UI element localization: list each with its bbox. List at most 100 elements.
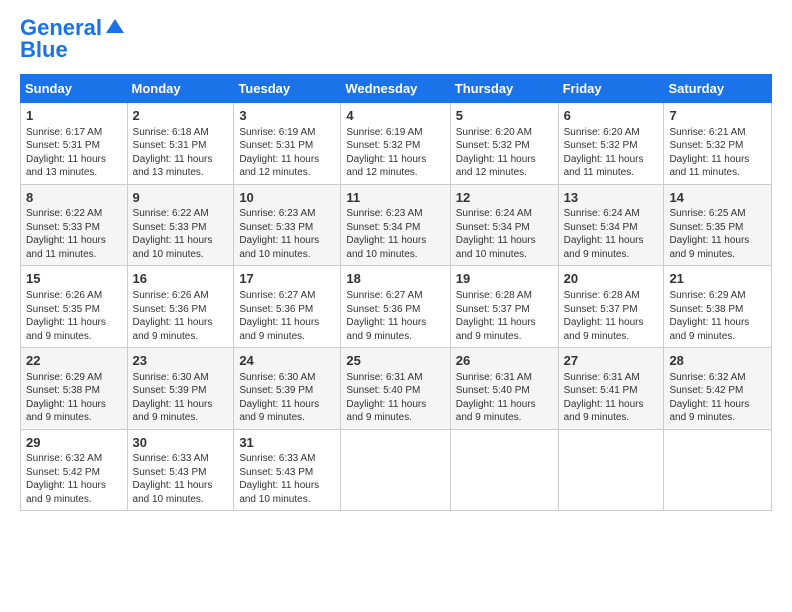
header-sunday: Sunday [21, 75, 128, 103]
day-number: 7 [669, 107, 766, 125]
day-number: 10 [239, 189, 335, 207]
day-number: 25 [346, 352, 444, 370]
day-number: 27 [564, 352, 659, 370]
header-friday: Friday [558, 75, 664, 103]
calendar-cell: 13Sunrise: 6:24 AM Sunset: 5:34 PM Dayli… [558, 184, 664, 266]
calendar-cell [664, 429, 772, 511]
day-number: 23 [133, 352, 229, 370]
week-row-1: 1Sunrise: 6:17 AM Sunset: 5:31 PM Daylig… [21, 103, 772, 185]
day-info: Sunrise: 6:27 AM Sunset: 5:36 PM Dayligh… [239, 289, 335, 343]
day-info: Sunrise: 6:33 AM Sunset: 5:43 PM Dayligh… [133, 452, 229, 506]
calendar-cell: 19Sunrise: 6:28 AM Sunset: 5:37 PM Dayli… [450, 266, 558, 348]
day-info: Sunrise: 6:29 AM Sunset: 5:38 PM Dayligh… [669, 289, 766, 343]
logo-text-blue: Blue [20, 38, 68, 62]
calendar-cell: 22Sunrise: 6:29 AM Sunset: 5:38 PM Dayli… [21, 348, 128, 430]
day-info: Sunrise: 6:20 AM Sunset: 5:32 PM Dayligh… [564, 126, 659, 180]
day-number: 16 [133, 270, 229, 288]
day-info: Sunrise: 6:30 AM Sunset: 5:39 PM Dayligh… [133, 371, 229, 425]
day-number: 31 [239, 434, 335, 452]
day-info: Sunrise: 6:20 AM Sunset: 5:32 PM Dayligh… [456, 126, 553, 180]
day-number: 29 [26, 434, 122, 452]
day-number: 30 [133, 434, 229, 452]
day-number: 20 [564, 270, 659, 288]
day-info: Sunrise: 6:22 AM Sunset: 5:33 PM Dayligh… [26, 207, 122, 261]
day-number: 19 [456, 270, 553, 288]
day-number: 28 [669, 352, 766, 370]
day-info: Sunrise: 6:26 AM Sunset: 5:36 PM Dayligh… [133, 289, 229, 343]
calendar-cell: 1Sunrise: 6:17 AM Sunset: 5:31 PM Daylig… [21, 103, 128, 185]
week-row-3: 15Sunrise: 6:26 AM Sunset: 5:35 PM Dayli… [21, 266, 772, 348]
calendar-cell: 14Sunrise: 6:25 AM Sunset: 5:35 PM Dayli… [664, 184, 772, 266]
week-row-2: 8Sunrise: 6:22 AM Sunset: 5:33 PM Daylig… [21, 184, 772, 266]
header-thursday: Thursday [450, 75, 558, 103]
calendar-cell: 17Sunrise: 6:27 AM Sunset: 5:36 PM Dayli… [234, 266, 341, 348]
calendar-cell: 4Sunrise: 6:19 AM Sunset: 5:32 PM Daylig… [341, 103, 450, 185]
day-info: Sunrise: 6:19 AM Sunset: 5:31 PM Dayligh… [239, 126, 335, 180]
header: General Blue [20, 16, 772, 62]
day-info: Sunrise: 6:27 AM Sunset: 5:36 PM Dayligh… [346, 289, 444, 343]
day-number: 18 [346, 270, 444, 288]
logo: General Blue [20, 16, 126, 62]
day-info: Sunrise: 6:25 AM Sunset: 5:35 PM Dayligh… [669, 207, 766, 261]
day-info: Sunrise: 6:31 AM Sunset: 5:40 PM Dayligh… [456, 371, 553, 425]
calendar-cell: 6Sunrise: 6:20 AM Sunset: 5:32 PM Daylig… [558, 103, 664, 185]
calendar-cell: 8Sunrise: 6:22 AM Sunset: 5:33 PM Daylig… [21, 184, 128, 266]
day-number: 5 [456, 107, 553, 125]
calendar-cell: 20Sunrise: 6:28 AM Sunset: 5:37 PM Dayli… [558, 266, 664, 348]
calendar-cell: 24Sunrise: 6:30 AM Sunset: 5:39 PM Dayli… [234, 348, 341, 430]
calendar-cell: 15Sunrise: 6:26 AM Sunset: 5:35 PM Dayli… [21, 266, 128, 348]
day-number: 14 [669, 189, 766, 207]
day-info: Sunrise: 6:31 AM Sunset: 5:40 PM Dayligh… [346, 371, 444, 425]
day-info: Sunrise: 6:29 AM Sunset: 5:38 PM Dayligh… [26, 371, 122, 425]
day-number: 26 [456, 352, 553, 370]
day-number: 15 [26, 270, 122, 288]
calendar-table: SundayMondayTuesdayWednesdayThursdayFrid… [20, 74, 772, 511]
day-number: 1 [26, 107, 122, 125]
day-info: Sunrise: 6:31 AM Sunset: 5:41 PM Dayligh… [564, 371, 659, 425]
calendar-cell: 10Sunrise: 6:23 AM Sunset: 5:33 PM Dayli… [234, 184, 341, 266]
day-number: 11 [346, 189, 444, 207]
day-info: Sunrise: 6:26 AM Sunset: 5:35 PM Dayligh… [26, 289, 122, 343]
calendar-cell [341, 429, 450, 511]
day-number: 17 [239, 270, 335, 288]
day-info: Sunrise: 6:23 AM Sunset: 5:34 PM Dayligh… [346, 207, 444, 261]
calendar-cell: 3Sunrise: 6:19 AM Sunset: 5:31 PM Daylig… [234, 103, 341, 185]
day-number: 12 [456, 189, 553, 207]
day-info: Sunrise: 6:32 AM Sunset: 5:42 PM Dayligh… [669, 371, 766, 425]
day-number: 24 [239, 352, 335, 370]
calendar-cell: 26Sunrise: 6:31 AM Sunset: 5:40 PM Dayli… [450, 348, 558, 430]
calendar-cell: 27Sunrise: 6:31 AM Sunset: 5:41 PM Dayli… [558, 348, 664, 430]
day-info: Sunrise: 6:21 AM Sunset: 5:32 PM Dayligh… [669, 126, 766, 180]
calendar-cell: 5Sunrise: 6:20 AM Sunset: 5:32 PM Daylig… [450, 103, 558, 185]
calendar-cell: 23Sunrise: 6:30 AM Sunset: 5:39 PM Dayli… [127, 348, 234, 430]
day-number: 3 [239, 107, 335, 125]
day-info: Sunrise: 6:19 AM Sunset: 5:32 PM Dayligh… [346, 126, 444, 180]
calendar-header-row: SundayMondayTuesdayWednesdayThursdayFrid… [21, 75, 772, 103]
day-info: Sunrise: 6:23 AM Sunset: 5:33 PM Dayligh… [239, 207, 335, 261]
logo-arrow-icon [104, 15, 126, 37]
calendar-cell: 12Sunrise: 6:24 AM Sunset: 5:34 PM Dayli… [450, 184, 558, 266]
day-info: Sunrise: 6:17 AM Sunset: 5:31 PM Dayligh… [26, 126, 122, 180]
day-number: 6 [564, 107, 659, 125]
page-container: General Blue SundayMondayTuesdayWednesda… [0, 0, 792, 521]
week-row-5: 29Sunrise: 6:32 AM Sunset: 5:42 PM Dayli… [21, 429, 772, 511]
calendar-cell: 28Sunrise: 6:32 AM Sunset: 5:42 PM Dayli… [664, 348, 772, 430]
calendar-cell: 30Sunrise: 6:33 AM Sunset: 5:43 PM Dayli… [127, 429, 234, 511]
calendar-cell: 21Sunrise: 6:29 AM Sunset: 5:38 PM Dayli… [664, 266, 772, 348]
calendar-cell: 11Sunrise: 6:23 AM Sunset: 5:34 PM Dayli… [341, 184, 450, 266]
header-tuesday: Tuesday [234, 75, 341, 103]
day-number: 4 [346, 107, 444, 125]
day-info: Sunrise: 6:28 AM Sunset: 5:37 PM Dayligh… [564, 289, 659, 343]
day-info: Sunrise: 6:33 AM Sunset: 5:43 PM Dayligh… [239, 452, 335, 506]
day-info: Sunrise: 6:24 AM Sunset: 5:34 PM Dayligh… [456, 207, 553, 261]
day-number: 22 [26, 352, 122, 370]
calendar-cell [450, 429, 558, 511]
day-number: 2 [133, 107, 229, 125]
calendar-cell: 25Sunrise: 6:31 AM Sunset: 5:40 PM Dayli… [341, 348, 450, 430]
day-info: Sunrise: 6:28 AM Sunset: 5:37 PM Dayligh… [456, 289, 553, 343]
day-info: Sunrise: 6:30 AM Sunset: 5:39 PM Dayligh… [239, 371, 335, 425]
calendar-cell: 29Sunrise: 6:32 AM Sunset: 5:42 PM Dayli… [21, 429, 128, 511]
calendar-cell: 7Sunrise: 6:21 AM Sunset: 5:32 PM Daylig… [664, 103, 772, 185]
day-number: 13 [564, 189, 659, 207]
calendar-cell: 2Sunrise: 6:18 AM Sunset: 5:31 PM Daylig… [127, 103, 234, 185]
